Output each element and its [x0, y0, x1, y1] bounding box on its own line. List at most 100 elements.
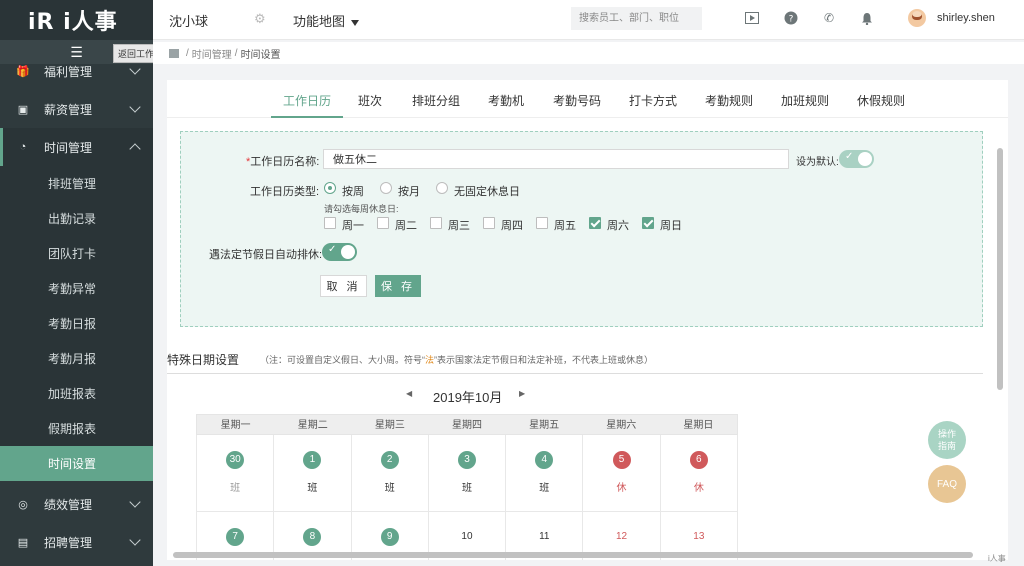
checkbox-tuesday-label[interactable]: 周二	[395, 217, 417, 233]
chevron-down-icon	[129, 101, 141, 113]
breadcrumb: / 时间管理 / 时间设置	[153, 42, 1024, 64]
sidebar-item-monthly-report[interactable]: 考勤月报	[0, 341, 153, 376]
radio-no-fixed-rest-label[interactable]: 无固定休息日	[454, 183, 520, 199]
function-map-label: 功能地图	[293, 14, 346, 29]
tab-leave-rules[interactable]: 休假规则	[857, 92, 905, 109]
tab-shift-groups[interactable]: 排班分组	[412, 92, 460, 109]
tab-attendance-rules[interactable]: 考勤规则	[705, 92, 753, 109]
company-name[interactable]: 沈小球	[169, 11, 208, 30]
sidebar-item-team-clock[interactable]: 团队打卡	[0, 236, 153, 271]
calendar-day-cell[interactable]: 2班	[352, 435, 429, 511]
checkbox-thursday[interactable]	[483, 217, 495, 229]
radio-no-fixed-rest[interactable]	[436, 182, 448, 194]
tab-clock-method[interactable]: 打卡方式	[629, 92, 677, 109]
faq-button[interactable]: FAQ	[928, 465, 966, 503]
checkbox-saturday[interactable]	[589, 217, 601, 229]
calendar-day-number: 13	[693, 531, 705, 542]
set-default-toggle[interactable]: ✓	[839, 150, 874, 168]
cancel-button[interactable]: 取 消	[320, 275, 367, 297]
sidebar-group-salary[interactable]: ▣ 薪资管理	[0, 90, 153, 128]
calendar-type-label: 工作日历类型:	[250, 186, 320, 198]
function-map-dropdown[interactable]: 功能地图	[293, 11, 360, 30]
sidebar-group-performance[interactable]: ◎ 绩效管理	[0, 485, 153, 523]
video-icon-svg	[745, 12, 759, 24]
app-logo[interactable]: iR i人事	[0, 0, 153, 40]
checkbox-saturday-label[interactable]: 周六	[607, 217, 629, 233]
checkbox-wednesday[interactable]	[430, 217, 442, 229]
checkbox-monday-label[interactable]: 周一	[342, 217, 364, 233]
user-name[interactable]: shirley.shen	[937, 12, 995, 24]
calendar-name-input[interactable]	[323, 149, 789, 169]
calendar-day-cell[interactable]: 30 班	[197, 435, 275, 511]
sidebar-group-time[interactable]: ◔ 时间管理	[0, 128, 153, 166]
sidebar-item-leave-report[interactable]: 假期报表	[0, 411, 153, 446]
calendar-day-number: 9	[380, 528, 399, 546]
tab-overtime-rules[interactable]: 加班规则	[781, 92, 829, 109]
back-to-workbench-tooltip[interactable]: 返回工作台	[113, 44, 153, 63]
help-icon[interactable]: ?	[783, 10, 799, 26]
calendar-day-cell[interactable]: 3班	[429, 435, 507, 511]
weekday-header: 星期四	[451, 420, 482, 431]
sidebar-group-recruitment[interactable]: ▤ 招聘管理	[0, 523, 153, 561]
tab-shifts[interactable]: 班次	[358, 92, 382, 109]
video-icon[interactable]	[744, 10, 760, 26]
toggle-knob	[341, 245, 355, 259]
check-icon: ✓	[845, 151, 854, 162]
special-dates-title: 特殊日期设置	[167, 353, 240, 367]
top-header: 沈小球 ⚙ 功能地图 ? ✆ shirley.shen	[153, 0, 1024, 40]
calendar-day-number: 30	[226, 451, 245, 469]
phone-icon[interactable]: ✆	[821, 10, 837, 26]
radio-weekly[interactable]	[324, 182, 336, 194]
help-icon-svg: ?	[784, 11, 798, 25]
sidebar-item-daily-report[interactable]: 考勤日报	[0, 306, 153, 341]
calendar-day-cell[interactable]: 1班	[274, 435, 352, 511]
horizontal-scrollbar[interactable]	[173, 552, 973, 558]
checkbox-friday-label[interactable]: 周五	[554, 217, 576, 233]
sidebar-item-attendance-records[interactable]: 出勤记录	[0, 201, 153, 236]
breadcrumb-time-management[interactable]: 时间管理	[192, 46, 232, 61]
tab-attendance-machine[interactable]: 考勤机	[488, 92, 524, 109]
checkbox-wednesday-label[interactable]: 周三	[448, 217, 470, 233]
note-legal-symbol: 法	[425, 355, 435, 365]
target-icon: ◎	[18, 498, 28, 511]
chevron-up-icon	[129, 143, 141, 155]
bell-icon[interactable]	[859, 10, 875, 26]
calendar-day-number: 2	[380, 451, 399, 469]
sidebar-group-label: 绩效管理	[44, 497, 93, 512]
toggle-knob	[858, 152, 872, 166]
main-content: 工作日历 班次 排班分组 考勤机 考勤号码 打卡方式 考勤规则 加班规则 休假规…	[167, 80, 1008, 560]
weekday-header: 星期一	[220, 420, 251, 431]
calendar-header: 星期一 星期二 星期三 星期四 星期五 星期六 星期日	[196, 414, 738, 435]
tab-work-calendar[interactable]: 工作日历	[270, 92, 344, 118]
calendar-day-cell[interactable]: 6休	[661, 435, 738, 511]
sidebar-item-attendance-exceptions[interactable]: 考勤异常	[0, 271, 153, 306]
radio-monthly[interactable]	[380, 182, 392, 194]
calendar-day-cell[interactable]: 5休	[583, 435, 661, 511]
holiday-auto-rest-toggle[interactable]: ✓	[322, 243, 357, 261]
operation-guide-button[interactable]: 操作指南	[928, 421, 966, 459]
note-prefix: （注：可设置自定义假日、大小周。符号“	[260, 355, 425, 365]
note-suffix: ”表示国家法定节假日和法定补班，不代表上班或休息）	[434, 355, 654, 365]
checkbox-sunday-label[interactable]: 周日	[660, 217, 682, 233]
checkbox-thursday-label[interactable]: 周四	[501, 217, 523, 233]
checkbox-monday[interactable]	[324, 217, 336, 229]
save-button[interactable]: 保 存	[375, 275, 421, 297]
sidebar-item-shift-management[interactable]: 排班管理	[0, 166, 153, 201]
checkbox-tuesday[interactable]	[377, 217, 389, 229]
gift-icon: 🎁	[16, 65, 30, 78]
sidebar-group-label: 福利管理	[44, 64, 93, 79]
next-month-icon[interactable]: ▶	[519, 389, 525, 398]
sidebar-item-time-settings[interactable]: 时间设置	[0, 446, 153, 481]
radio-weekly-label[interactable]: 按周	[342, 183, 364, 199]
calendar-day-cell[interactable]: 4班	[506, 435, 584, 511]
vertical-scrollbar[interactable]	[997, 148, 1003, 390]
checkbox-sunday[interactable]	[642, 217, 654, 229]
gear-icon[interactable]: ⚙	[254, 11, 266, 27]
checkbox-friday[interactable]	[536, 217, 548, 229]
avatar[interactable]	[908, 9, 926, 27]
search-input[interactable]	[571, 7, 702, 30]
radio-monthly-label[interactable]: 按月	[398, 183, 420, 199]
tab-attendance-number[interactable]: 考勤号码	[553, 92, 601, 109]
sidebar-item-overtime-report[interactable]: 加班报表	[0, 376, 153, 411]
prev-month-icon[interactable]: ◀	[406, 389, 412, 398]
